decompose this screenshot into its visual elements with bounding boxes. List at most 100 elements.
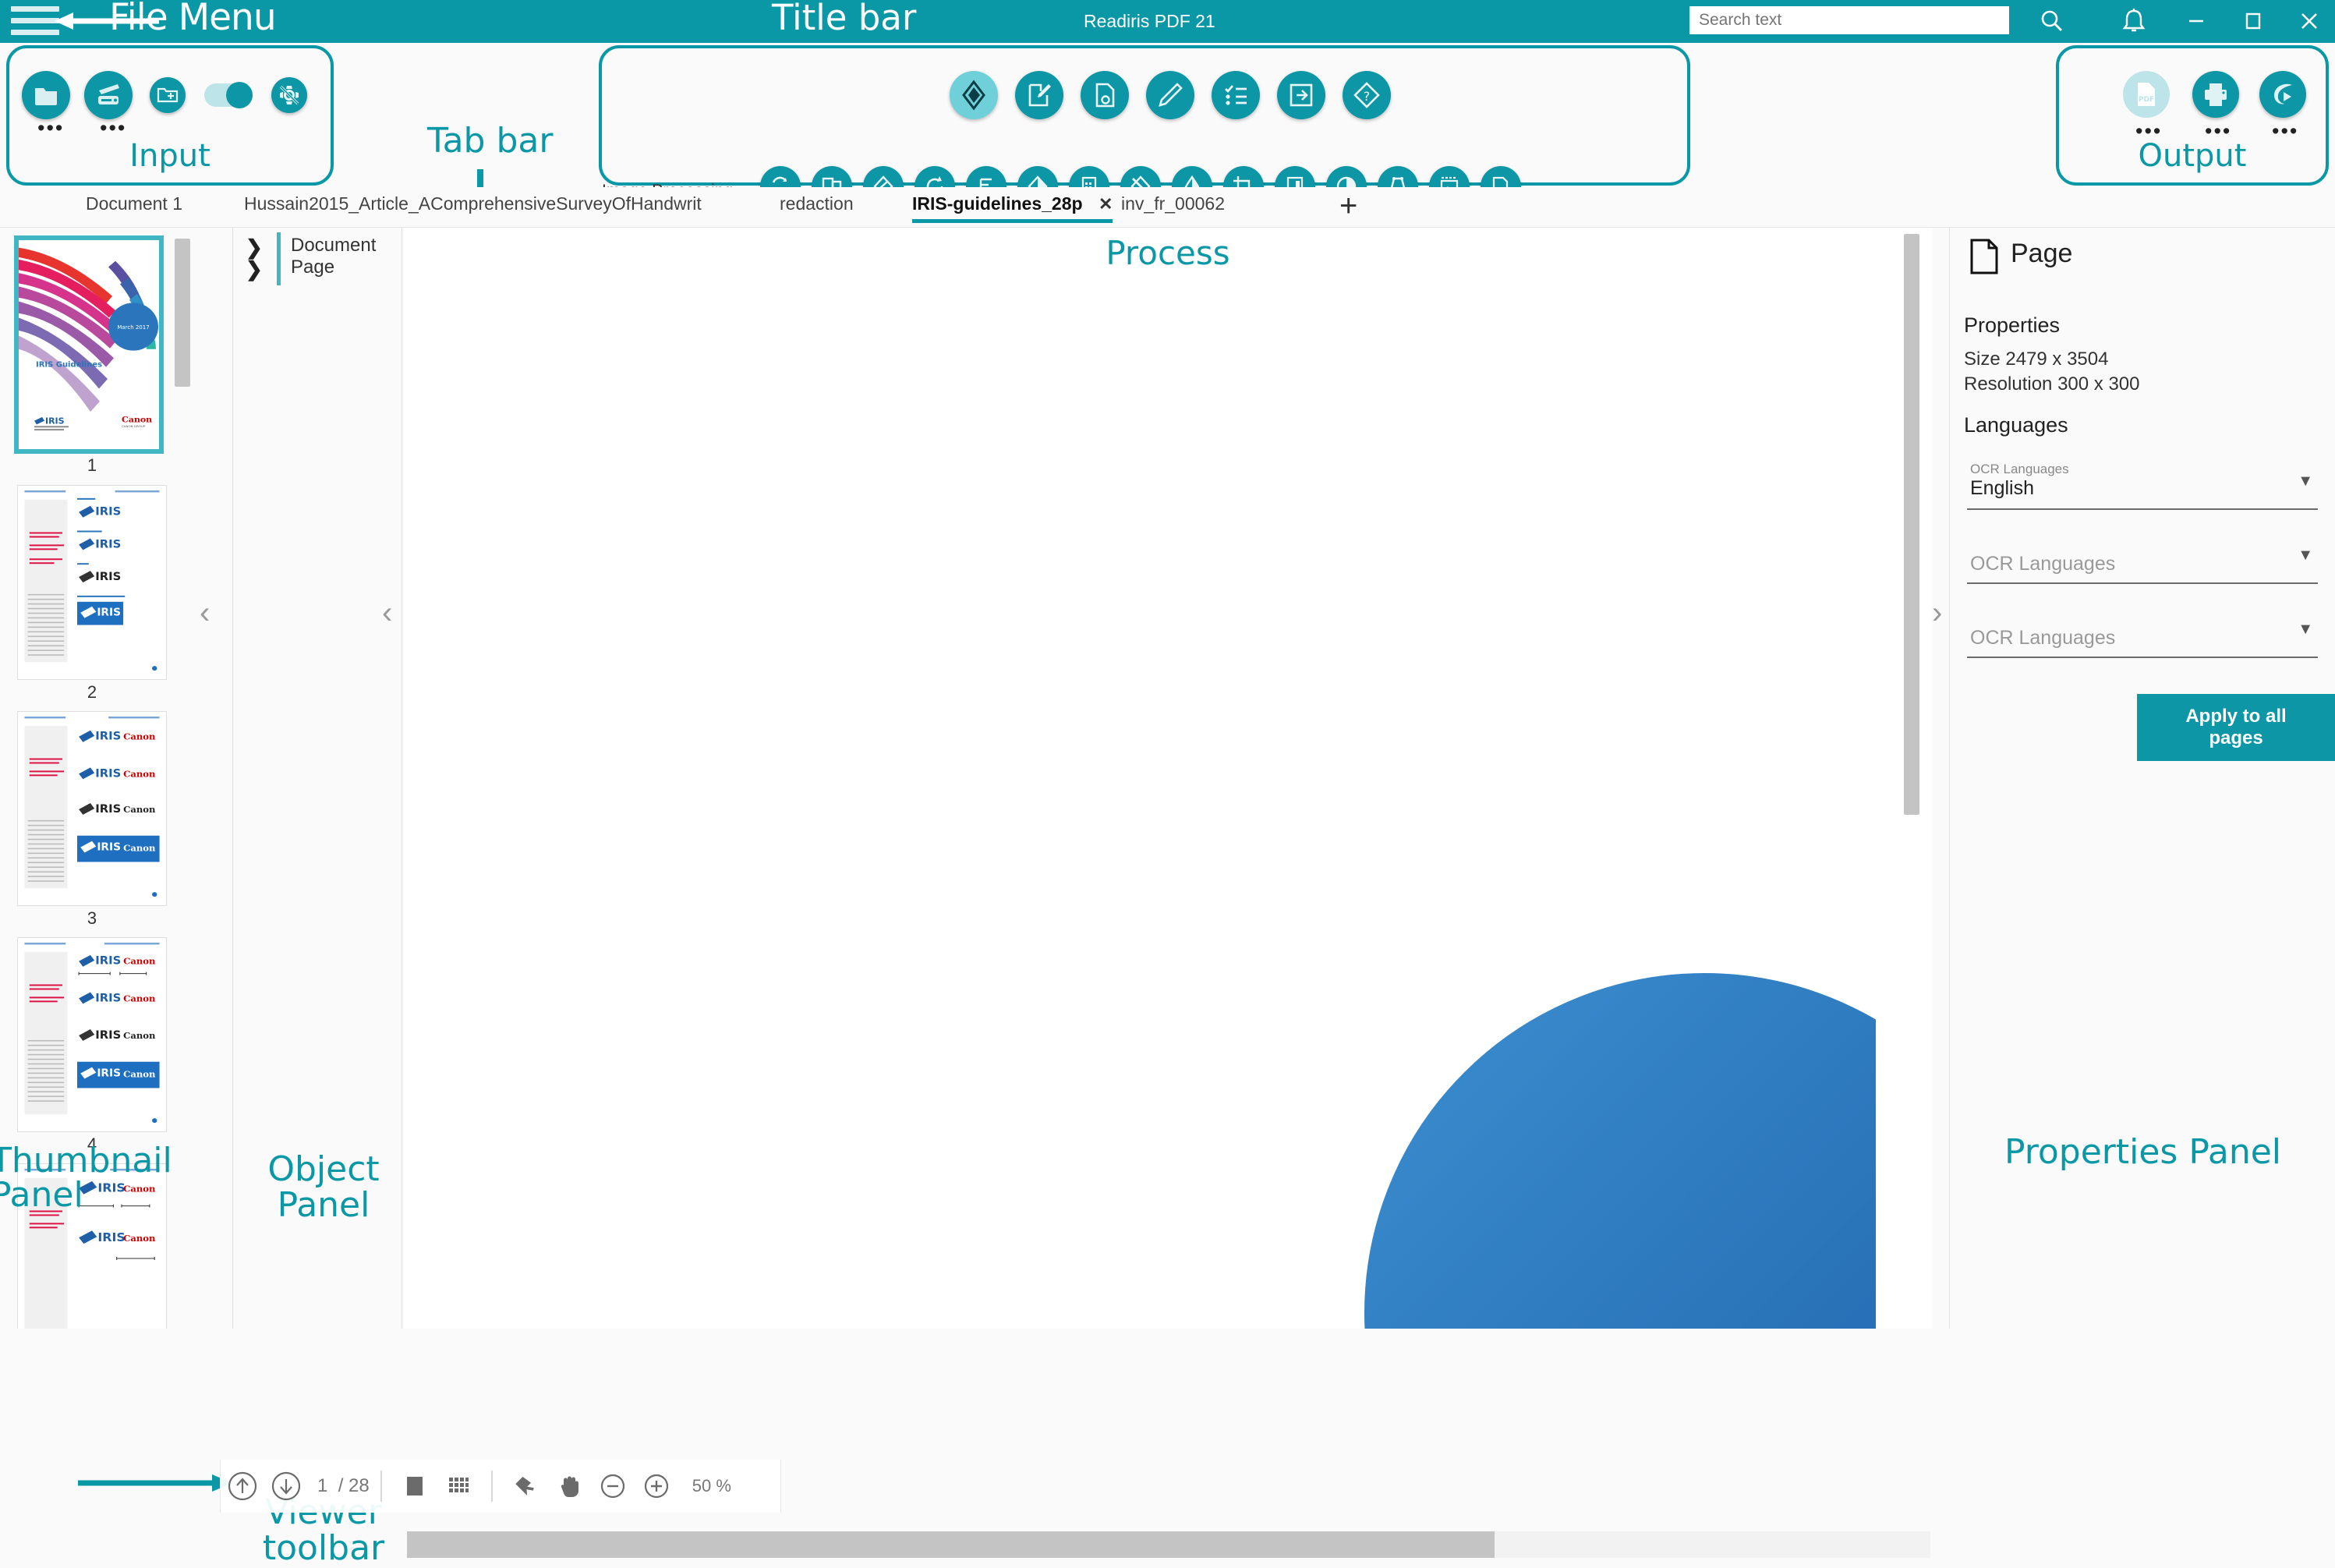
scan-button[interactable] bbox=[84, 71, 133, 119]
viewer-vertical-scrollbar[interactable] bbox=[1904, 234, 1919, 815]
insert-page-button[interactable] bbox=[1277, 71, 1325, 119]
page-indicator[interactable]: 1 / 28 bbox=[317, 1475, 370, 1497]
app-body: March 2017 IRIS Guidelines IRIS Canon CA… bbox=[0, 228, 2335, 1566]
thumbnail-page-3[interactable]: IRIS Canon IRIS Canon IRIS Canon IRIS Ca… bbox=[17, 711, 167, 906]
input-group-caption: Input bbox=[129, 138, 211, 174]
tab-label: redaction bbox=[780, 193, 854, 214]
tab-document-1[interactable]: Document 1 bbox=[86, 193, 182, 219]
document-viewer[interactable]: Process bbox=[404, 228, 1932, 1329]
tab-close-icon[interactable]: ✕ bbox=[1099, 194, 1113, 214]
annotation-thumbnail-line2: Panel bbox=[0, 1175, 83, 1215]
chevron-right-icon[interactable]: ❯ bbox=[246, 257, 263, 281]
viewer-toolbar[interactable]: 1 / 28 50 % bbox=[220, 1460, 781, 1513]
document-info-button[interactable] bbox=[1081, 71, 1129, 119]
viewer-toolbar-annotation-arrow bbox=[78, 1474, 232, 1492]
tab-bar: Document 1 Hussain2015_Article_AComprehe… bbox=[0, 187, 2335, 228]
single-page-view-button[interactable] bbox=[393, 1469, 437, 1503]
notification-bell-icon[interactable] bbox=[2117, 5, 2151, 37]
object-panel-collapse-button[interactable]: ‹ bbox=[382, 596, 392, 631]
annotation-object-line2: Panel bbox=[277, 1185, 370, 1226]
thumbnail-page-4[interactable]: IRIS Canon IRIS Canon IRIS Canon IRIS Ca… bbox=[17, 937, 167, 1132]
new-folder-button[interactable] bbox=[150, 77, 186, 113]
properties-heading: Properties bbox=[1964, 313, 2061, 337]
print-button[interactable] bbox=[2192, 71, 2239, 118]
svg-text:Canon: Canon bbox=[123, 956, 155, 967]
grid-view-button[interactable] bbox=[437, 1469, 480, 1503]
svg-text:IRIS: IRIS bbox=[97, 1231, 125, 1244]
toolbar-divider bbox=[380, 1471, 382, 1502]
svg-text:IRIS: IRIS bbox=[95, 955, 121, 967]
previous-page-button[interactable] bbox=[221, 1469, 264, 1503]
title-bar: File Menu Title bar Readiris PDF 21 bbox=[0, 0, 2335, 43]
thumbnail-page-2[interactable]: IRIS IRIS IRIS IRIS bbox=[17, 485, 167, 680]
page-separator: / bbox=[338, 1475, 344, 1496]
export-pdf-button[interactable]: PDF bbox=[2123, 71, 2170, 118]
thumbnail-page-1[interactable]: March 2017 IRIS Guidelines IRIS Canon CA… bbox=[14, 235, 164, 454]
zoom-in-button[interactable] bbox=[635, 1469, 678, 1503]
edit-document-button[interactable] bbox=[1015, 71, 1063, 119]
document-page-canvas[interactable]: March 20 bbox=[457, 298, 1876, 1329]
annotation-title-bar: Title bar bbox=[772, 0, 917, 38]
tree-accent-bar bbox=[277, 254, 281, 285]
object-tree-item-page[interactable]: ❯ Page bbox=[233, 253, 403, 288]
help-button[interactable]: ? bbox=[1343, 71, 1391, 119]
add-tab-button[interactable]: + bbox=[1339, 189, 1357, 224]
annotate-button[interactable] bbox=[1146, 71, 1194, 119]
thumbnail-panel-collapse-button[interactable]: ‹ bbox=[200, 596, 210, 631]
tab-redaction[interactable]: redaction bbox=[780, 193, 854, 219]
send-to-app-overflow-dots[interactable]: ••• bbox=[2272, 121, 2298, 142]
open-file-button[interactable] bbox=[22, 71, 70, 119]
svg-text:IRIS: IRIS bbox=[97, 607, 121, 619]
ocr-language-select-3[interactable]: OCR Languages ▼ bbox=[1967, 610, 2318, 658]
open-file-overflow-dots[interactable]: ••• bbox=[37, 118, 64, 139]
ocr-process-button[interactable] bbox=[950, 71, 998, 119]
ocr-language-select-2[interactable]: OCR Languages ▼ bbox=[1967, 536, 2318, 584]
properties-panel-collapse-button[interactable]: › bbox=[1932, 596, 1942, 631]
svg-text:March 2017: March 2017 bbox=[117, 324, 149, 331]
form-fields-button[interactable] bbox=[1212, 71, 1260, 119]
zoom-out-button[interactable] bbox=[591, 1469, 635, 1503]
ocr-language-placeholder: OCR Languages bbox=[1970, 627, 2116, 649]
svg-text:IRIS: IRIS bbox=[95, 768, 121, 780]
annotation-thumbnail-line1: Thumbnail bbox=[0, 1141, 172, 1180]
annotation-viewer-line2: toolbar bbox=[262, 1528, 385, 1568]
thumbnail-number: 2 bbox=[87, 682, 97, 702]
svg-text:IRIS: IRIS bbox=[95, 1029, 121, 1041]
pan-tool-button[interactable] bbox=[547, 1469, 591, 1503]
chevron-down-icon[interactable]: ▼ bbox=[2298, 473, 2313, 490]
thumbnail-number: 1 bbox=[87, 455, 97, 475]
thumbnail-scrollbar[interactable] bbox=[175, 239, 190, 387]
search-icon[interactable] bbox=[2035, 5, 2069, 37]
send-to-app-button[interactable] bbox=[2259, 71, 2306, 118]
apply-to-all-pages-button[interactable]: Apply to all pages bbox=[2137, 694, 2335, 761]
svg-text:Canon: Canon bbox=[123, 804, 155, 815]
property-resolution: Resolution 300 x 300 bbox=[1964, 373, 2140, 395]
tab-label: Document 1 bbox=[86, 193, 183, 214]
minimize-icon[interactable] bbox=[2179, 5, 2213, 37]
ocr-language-select-1[interactable]: OCR Languages English ▼ bbox=[1967, 462, 2318, 510]
annotation-object-line1: Object bbox=[267, 1149, 380, 1189]
tab-inv-fr-00062[interactable]: inv_fr_00062 bbox=[1121, 193, 1225, 219]
app-title: Readiris PDF 21 bbox=[1084, 11, 1215, 31]
chevron-down-icon[interactable]: ▼ bbox=[2298, 547, 2313, 565]
tab-iris-guidelines[interactable]: IRIS-guidelines_28p ✕ bbox=[912, 193, 1113, 223]
page-current: 1 bbox=[317, 1475, 328, 1496]
export-pdf-overflow-dots[interactable]: ••• bbox=[2135, 121, 2162, 142]
select-tool-button[interactable] bbox=[504, 1469, 547, 1503]
svg-text:IRIS: IRIS bbox=[95, 506, 121, 518]
input-toggle[interactable] bbox=[204, 82, 253, 108]
close-icon[interactable] bbox=[2292, 5, 2326, 37]
next-page-button[interactable] bbox=[264, 1469, 308, 1503]
annotation-object-panel: Object Panel bbox=[249, 1149, 398, 1226]
maximize-icon[interactable] bbox=[2236, 5, 2270, 37]
svg-text:IRIS: IRIS bbox=[45, 416, 65, 427]
chevron-down-icon[interactable]: ▼ bbox=[2298, 621, 2313, 639]
viewer-horizontal-scrollbar[interactable] bbox=[407, 1531, 1495, 1558]
settings-disabled-button[interactable] bbox=[271, 77, 307, 113]
tab-hussain2015[interactable]: Hussain2015_Article_AComprehensiveSurvey… bbox=[244, 193, 702, 219]
search-input[interactable] bbox=[1689, 6, 2009, 34]
hamburger-menu-icon[interactable] bbox=[11, 6, 59, 37]
svg-text:IRIS: IRIS bbox=[95, 539, 121, 550]
scan-overflow-dots[interactable]: ••• bbox=[100, 118, 126, 139]
print-overflow-dots[interactable]: ••• bbox=[2205, 121, 2231, 142]
